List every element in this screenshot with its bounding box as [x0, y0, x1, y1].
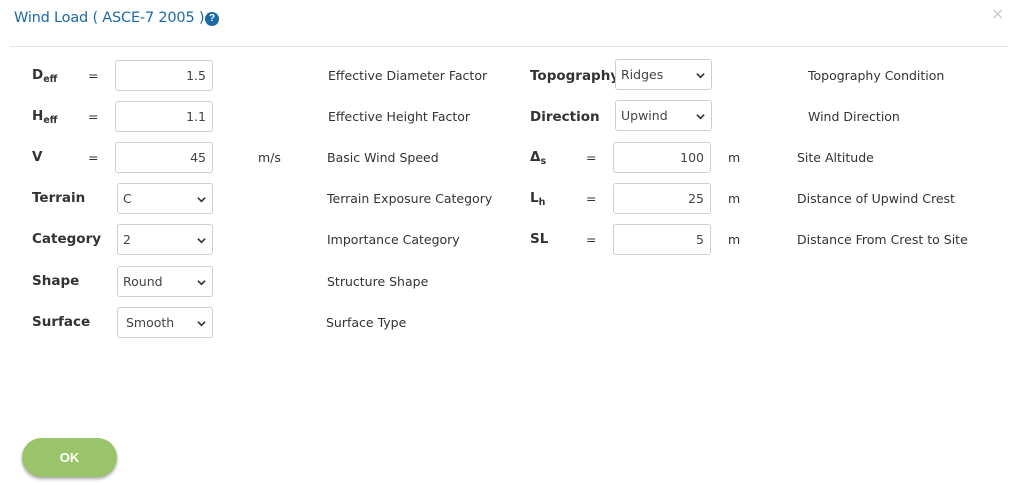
crest-to-site-unit: m — [728, 232, 741, 247]
heff-symbol-sub: eff — [43, 115, 58, 126]
shape-label: Shape — [32, 273, 80, 289]
terrain-select-value: C — [123, 191, 132, 206]
direction-select[interactable]: Upwind — [615, 100, 712, 131]
deff-description: Effective Diameter Factor — [328, 68, 488, 83]
category-label: Category — [32, 231, 102, 247]
ds-equals: = — [586, 150, 597, 165]
v-equals: = — [88, 150, 99, 165]
topography-label: Topography — [530, 68, 620, 84]
lh-symbol: Lh — [530, 190, 545, 211]
lh-equals: = — [586, 191, 597, 206]
wind-speed-description: Basic Wind Speed — [327, 150, 439, 165]
surface-description: Surface Type — [326, 315, 407, 330]
surface-select[interactable]: Smooth — [117, 307, 213, 338]
surface-label: Surface — [32, 314, 91, 330]
chevron-down-icon — [197, 238, 206, 244]
direction-description: Wind Direction — [808, 109, 900, 124]
upwind-crest-input[interactable] — [613, 183, 711, 214]
deff-symbol-sub: eff — [43, 74, 58, 85]
lh-symbol-sub: h — [538, 197, 546, 208]
wind-speed-unit: m/s — [258, 150, 281, 165]
terrain-label: Terrain — [32, 190, 86, 206]
chevron-down-icon — [696, 114, 705, 120]
lh-symbol-main: L — [530, 190, 539, 206]
heff-equals: = — [88, 109, 99, 124]
chevron-down-icon — [197, 197, 206, 203]
deff-input[interactable] — [115, 60, 213, 91]
upwind-crest-unit: m — [728, 191, 741, 206]
site-altitude-input[interactable] — [613, 142, 711, 173]
upwind-crest-description: Distance of Upwind Crest — [797, 191, 955, 206]
topography-description: Topography Condition — [808, 68, 945, 83]
chevron-down-icon — [197, 280, 206, 286]
topography-select-value: Ridges — [621, 67, 664, 82]
terrain-description: Terrain Exposure Category — [327, 191, 493, 206]
sl-equals: = — [586, 232, 597, 247]
crest-to-site-description: Distance From Crest to Site — [797, 232, 968, 247]
site-altitude-description: Site Altitude — [797, 150, 874, 165]
deff-equals: = — [88, 68, 99, 83]
chevron-down-icon — [197, 321, 206, 327]
category-select-value: 2 — [123, 232, 131, 247]
ds-symbol-sub: s — [540, 156, 547, 167]
ds-symbol-main: Δ — [530, 149, 541, 165]
v-symbol: V — [32, 149, 43, 165]
chevron-down-icon — [696, 73, 705, 79]
wind-speed-input[interactable] — [115, 142, 213, 173]
direction-select-value: Upwind — [621, 108, 668, 123]
category-select[interactable]: 2 — [117, 224, 213, 255]
help-icon[interactable]: ? — [205, 12, 219, 26]
shape-select[interactable]: Round — [117, 266, 213, 297]
category-description: Importance Category — [327, 232, 460, 247]
heff-description: Effective Height Factor — [328, 109, 471, 124]
heff-symbol-main: H — [32, 108, 44, 124]
dialog-title: Wind Load ( ASCE-7 2005 ) — [14, 10, 205, 26]
close-icon[interactable]: × — [991, 6, 1004, 22]
sl-symbol: SL — [530, 231, 549, 247]
shape-description: Structure Shape — [327, 274, 429, 289]
crest-to-site-input[interactable] — [613, 224, 711, 255]
heff-input[interactable] — [115, 101, 213, 132]
surface-select-value: Smooth — [126, 315, 175, 330]
site-altitude-unit: m — [728, 150, 741, 165]
terrain-select[interactable]: C — [117, 183, 213, 214]
heff-symbol: Heff — [32, 108, 57, 129]
direction-label: Direction — [530, 109, 600, 125]
ds-symbol: Δs — [530, 149, 546, 170]
ok-button[interactable]: OK — [22, 438, 117, 477]
topography-select[interactable]: Ridges — [615, 59, 712, 90]
shape-select-value: Round — [123, 274, 163, 289]
header-divider — [10, 46, 1008, 47]
deff-symbol: Deff — [32, 67, 57, 88]
deff-symbol-main: D — [32, 67, 44, 83]
